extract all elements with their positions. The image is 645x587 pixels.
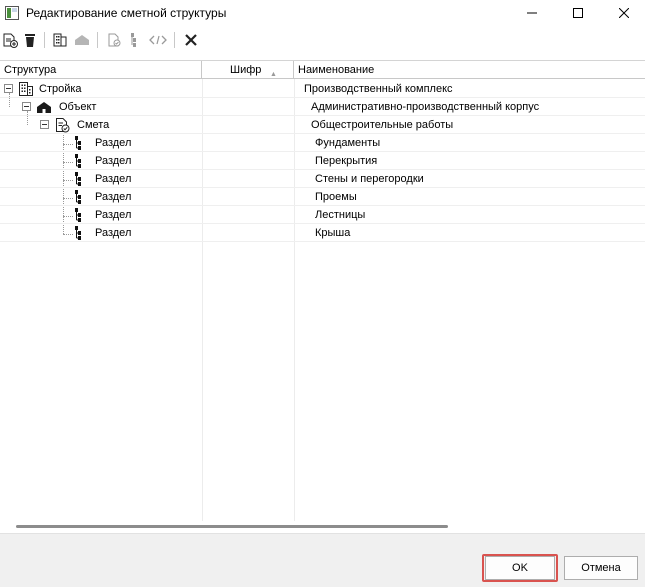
sort-ascending-icon: ▲	[270, 71, 277, 78]
building-icon	[19, 82, 33, 96]
section-icon	[75, 154, 81, 168]
code-icon	[149, 35, 167, 45]
scrollbar-thumb[interactable]	[16, 525, 448, 528]
tree-node-label: Объект	[59, 101, 97, 113]
tree-row-section[interactable]: Раздел Лестницы	[0, 206, 645, 224]
add-button[interactable]	[0, 30, 20, 50]
tree-node-label: Раздел	[95, 227, 132, 239]
toolbar	[0, 28, 645, 52]
row-name-value: Общестроительные работы	[311, 119, 454, 131]
collapse-toggle[interactable]	[40, 120, 49, 129]
tree-row-section[interactable]: Раздел Стены и перегородки	[0, 170, 645, 188]
code-button[interactable]	[148, 30, 168, 50]
maximize-button[interactable]	[555, 0, 601, 26]
horizontal-scrollbar[interactable]	[0, 521, 645, 533]
toolbar-separator	[97, 32, 98, 48]
tree-row-section[interactable]: Раздел Крыша	[0, 224, 645, 242]
building-icon	[53, 33, 67, 47]
add-estimate-button[interactable]	[104, 30, 124, 50]
tree-row-section[interactable]: Раздел Проемы	[0, 188, 645, 206]
section-icon	[131, 33, 136, 47]
column-header-name[interactable]: Наименование	[294, 61, 645, 79]
row-name-value: Производственный комплекс	[304, 83, 453, 95]
minimize-button[interactable]	[509, 0, 555, 26]
close-icon	[619, 8, 629, 18]
collapse-toggle[interactable]	[4, 84, 13, 93]
section-icon	[75, 208, 81, 222]
collapse-toggle[interactable]	[22, 102, 31, 111]
close-button[interactable]	[601, 0, 645, 26]
tree-node-label: Стройка	[39, 83, 82, 95]
add-icon	[3, 33, 18, 48]
section-icon	[75, 226, 81, 240]
tree-node-label: Раздел	[95, 173, 132, 185]
row-name-value: Фундаменты	[315, 137, 381, 149]
ok-button[interactable]: OK	[485, 556, 555, 580]
column-header-cipher-label: Шифр	[230, 64, 262, 76]
window-title: Редактирование сметной структуры	[26, 6, 227, 20]
add-object-button[interactable]	[72, 30, 92, 50]
tree-node-label: Раздел	[95, 137, 132, 149]
tree-row-estimate[interactable]: Смета Общестроительные работы	[0, 116, 645, 134]
tree-node-label: Раздел	[95, 209, 132, 221]
remove-button[interactable]	[181, 30, 201, 50]
tree-row-construction[interactable]: Стройка Производственный комплекс	[0, 80, 645, 98]
add-section-button[interactable]	[124, 30, 144, 50]
tree-row-section[interactable]: Раздел Фундаменты	[0, 134, 645, 152]
structure-tree-grid[interactable]: Структура Шифр ▲ Наименование Стройка Пр…	[0, 60, 645, 534]
ok-button-label: OK	[512, 562, 528, 574]
tree-node-label: Смета	[77, 119, 110, 131]
row-name-value: Перекрытия	[315, 155, 378, 167]
tree-node-label: Раздел	[95, 155, 132, 167]
column-header-structure[interactable]: Структура	[0, 61, 202, 79]
row-name-value: Лестницы	[315, 209, 366, 221]
column-header-cipher[interactable]: Шифр ▲	[202, 61, 294, 79]
window-app-icon	[5, 6, 19, 20]
tree-node-label: Раздел	[95, 191, 132, 203]
column-header-name-label: Наименование	[298, 64, 375, 76]
minimize-icon	[527, 12, 537, 14]
close-x-icon	[185, 34, 197, 46]
row-name-value: Крыша	[315, 227, 351, 239]
section-icon	[75, 190, 81, 204]
estimate-icon	[56, 118, 70, 133]
add-construction-button[interactable]	[50, 30, 70, 50]
maximize-icon	[573, 8, 583, 18]
row-name-value: Административно-производственный корпус	[311, 101, 540, 113]
title-bar: Редактирование сметной структуры	[0, 0, 645, 26]
section-icon	[75, 136, 81, 150]
delete-button[interactable]	[20, 30, 40, 50]
tree-row-section[interactable]: Раздел Перекрытия	[0, 152, 645, 170]
cancel-button-label: Отмена	[581, 562, 621, 574]
estimate-icon	[108, 33, 121, 47]
cancel-button[interactable]: Отмена	[564, 556, 638, 580]
toolbar-separator	[44, 32, 45, 48]
delete-icon	[25, 34, 35, 47]
row-name-value: Проемы	[315, 191, 357, 203]
dialog-footer: OK Отмена	[0, 533, 645, 587]
section-icon	[75, 172, 81, 186]
toolbar-separator	[174, 32, 175, 48]
row-name-value: Стены и перегородки	[315, 173, 424, 185]
tree-row-object[interactable]: Объект Административно-производственный …	[0, 98, 645, 116]
column-header-structure-label: Структура	[4, 64, 57, 76]
house-icon	[37, 102, 51, 113]
house-icon	[75, 35, 89, 45]
